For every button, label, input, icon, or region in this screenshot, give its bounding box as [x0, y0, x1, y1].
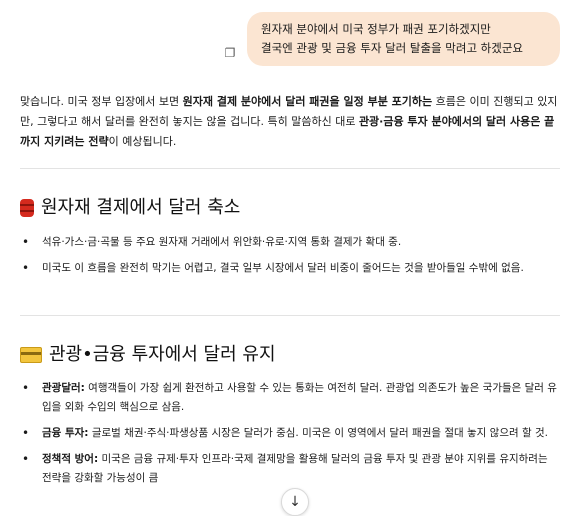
user-message-line-2: 결국엔 관광 및 금융 투자 달러 탈출을 막려고 하겠군요: [261, 41, 524, 55]
list-item: 관광달러: 여행객들이 가장 쉽게 환전하고 사용할 수 있는 통화는 여전히 …: [20, 379, 560, 417]
list-item-text: 석유·가스·금·곡물 등 주요 원자재 거래에서 위안화·유로·지역 통화 결제…: [42, 236, 402, 248]
oil-barrel-icon: [20, 199, 34, 217]
section-1-list: 석유·가스·금·곡물 등 주요 원자재 거래에서 위안화·유로·지역 통화 결제…: [20, 233, 560, 285]
copy-icon[interactable]: ❐: [223, 46, 237, 60]
scroll-to-bottom-button[interactable]: ↓: [281, 488, 309, 516]
intro-text-3: 이 예상됩니다.: [108, 135, 177, 148]
section-2-list: 관광달러: 여행객들이 가장 쉽게 환전하고 사용할 수 있는 통화는 여전히 …: [20, 379, 560, 495]
list-item-text: 미국도 이 흐름을 완전히 막기는 어렵고, 결국 일부 시장에서 달러 비중이…: [42, 262, 524, 274]
list-item-text: 글로벌 채권·주식·파생상품 시장은 달러가 중심. 미국은 이 영역에서 달러…: [88, 427, 548, 439]
section-1-heading: 원자재 결제에서 달러 축소: [20, 196, 240, 220]
answer-intro: 맞습니다. 미국 정부 입장에서 보면 원자재 결제 분야에서 달러 패권을 일…: [20, 92, 560, 152]
intro-text-1: 맞습니다. 미국 정부 입장에서 보면: [20, 95, 183, 108]
list-item-label: 금융 투자:: [42, 427, 89, 439]
user-message-bubble: 원자재 분야에서 미국 정부가 패권 포기하겠지만 결국엔 관광 및 금융 투자…: [247, 12, 560, 66]
list-item: 미국도 이 흐름을 완전히 막기는 어렵고, 결국 일부 시장에서 달러 비중이…: [20, 259, 560, 278]
arrow-down-icon: ↓: [289, 494, 301, 510]
list-item: 석유·가스·금·곡물 등 주요 원자재 거래에서 위안화·유로·지역 통화 결제…: [20, 233, 560, 252]
credit-card-icon: [20, 347, 42, 363]
user-message-row: 원자재 분야에서 미국 정부가 패권 포기하겠지만 결국엔 관광 및 금융 투자…: [247, 12, 560, 66]
section-1-title: 원자재 결제에서 달러 축소: [41, 197, 241, 218]
user-message-line-1: 원자재 분야에서 미국 정부가 패권 포기하겠지만: [261, 22, 491, 36]
list-item-text: 미국은 금융 규제·투자 인프라·국제 결제망을 활용해 달러의 금융 투자 및…: [42, 453, 548, 484]
list-item: 정책적 방어: 미국은 금융 규제·투자 인프라·국제 결제망을 활용해 달러의…: [20, 450, 560, 488]
list-item-label: 관광달러:: [42, 382, 85, 394]
divider: [20, 168, 560, 169]
divider: [20, 315, 560, 316]
section-2-title: 관광•금융 투자에서 달러 유지: [49, 344, 276, 365]
list-item-label: 정책적 방어:: [42, 453, 99, 465]
list-item-text: 여행객들이 가장 쉽게 환전하고 사용할 수 있는 통화는 여전히 달러. 관광…: [42, 382, 557, 413]
intro-bold-1: 원자재 결제 분야에서 달러 패권을 일정 부분 포기하는: [182, 95, 433, 108]
section-2-heading: 관광•금융 투자에서 달러 유지: [20, 343, 276, 367]
list-item: 금융 투자: 글로벌 채권·주식·파생상품 시장은 달러가 중심. 미국은 이 …: [20, 424, 560, 443]
